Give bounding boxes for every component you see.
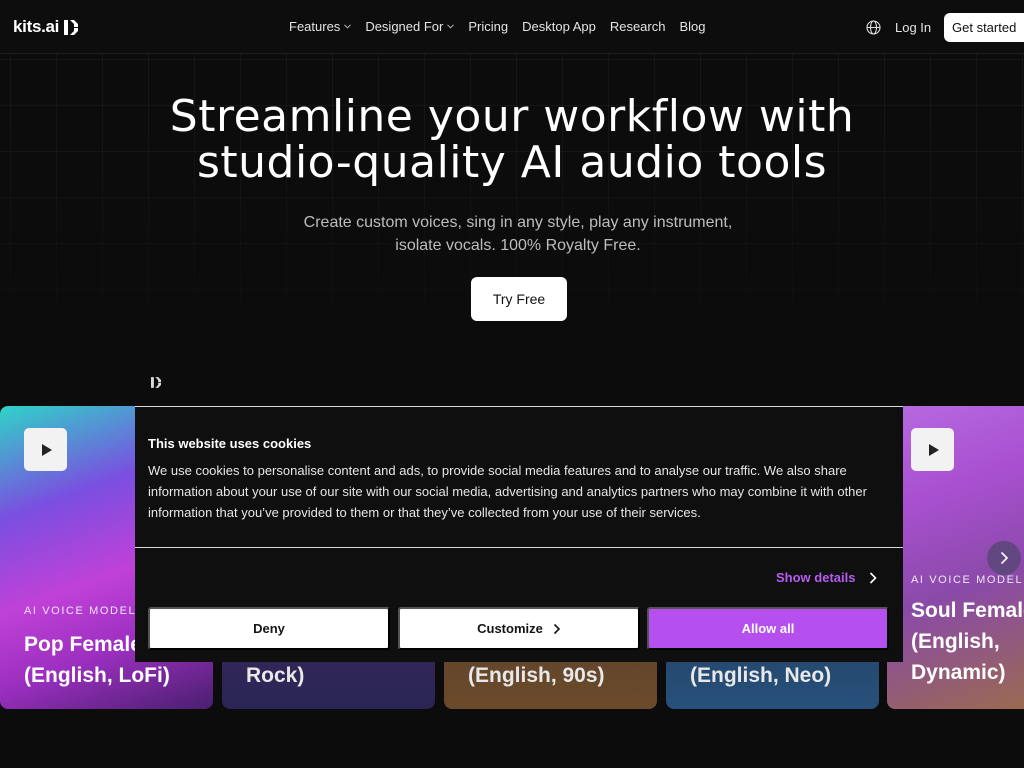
nav-features-label: Features xyxy=(289,19,341,34)
nav-blog[interactable]: Blog xyxy=(679,19,705,34)
main-nav: Features Designed For Pricing Desktop Ap… xyxy=(289,19,706,34)
deny-label: Deny xyxy=(253,621,285,636)
play-button[interactable] xyxy=(911,428,954,471)
play-button[interactable] xyxy=(24,428,67,471)
card-title-line-2: (English, LoFi) xyxy=(24,664,170,687)
top-navbar: kits.ai Features Designed For Pricing De… xyxy=(0,0,1024,54)
play-icon xyxy=(928,443,939,456)
nav-pricing[interactable]: Pricing xyxy=(468,19,508,34)
cookie-consent-dialog: This website uses cookies We use cookies… xyxy=(135,406,903,662)
hero-title-line-1: Streamline your workflow with xyxy=(169,91,855,142)
card-title-line-1: Pop Female xyxy=(24,633,142,656)
nav-research[interactable]: Research xyxy=(610,19,666,34)
nav-designed-for[interactable]: Designed For xyxy=(365,19,455,34)
card-eyebrow: AI VOICE MODEL xyxy=(24,605,137,617)
card-eyebrow: AI VOICE MODEL xyxy=(911,574,1024,586)
brand-logo[interactable]: kits.ai xyxy=(13,17,79,37)
chevron-right-icon xyxy=(553,623,560,634)
card-title: Rock) xyxy=(246,664,305,687)
card-title: (English, Neo) xyxy=(690,664,832,687)
hero-subtitle-line-1: Create custom voices, sing in any style,… xyxy=(303,214,733,231)
divider xyxy=(135,547,903,548)
hero-subtitle: Create custom voices, sing in any style,… xyxy=(262,211,774,257)
customize-button[interactable]: Customize xyxy=(398,607,640,650)
kits-logo-icon xyxy=(64,19,79,35)
nav-desktop-app[interactable]: Desktop App xyxy=(522,19,596,34)
carousel-next-button[interactable] xyxy=(987,541,1021,575)
allow-all-button[interactable]: Allow all xyxy=(647,607,889,650)
hero-title: Streamline your workflow with studio-qua… xyxy=(0,94,1024,186)
nav-designed-for-label: Designed For xyxy=(365,19,444,34)
nav-desktop-app-label: Desktop App xyxy=(522,19,596,34)
chevron-down-icon xyxy=(344,24,352,29)
card-title: (English, 90s) xyxy=(468,664,605,687)
login-link[interactable]: Log In xyxy=(895,20,931,35)
chevron-right-icon xyxy=(1000,551,1009,565)
hero-title-line-2: studio-quality AI audio tools xyxy=(196,137,828,188)
chevron-down-icon xyxy=(447,24,455,29)
show-details-link[interactable]: Show details xyxy=(776,570,878,585)
nav-blog-label: Blog xyxy=(679,19,706,34)
nav-research-label: Research xyxy=(609,19,666,34)
play-icon xyxy=(41,443,52,456)
deny-button[interactable]: Deny xyxy=(148,607,390,650)
customize-label: Customize xyxy=(477,621,543,636)
hero-subtitle-line-2: isolate vocals. 100% Royalty Free. xyxy=(395,237,641,254)
show-details-label: Show details xyxy=(776,570,856,585)
kits-logo-icon xyxy=(151,377,161,388)
nav-features[interactable]: Features xyxy=(289,19,352,34)
get-started-button[interactable]: Get started xyxy=(944,13,1024,42)
nav-pricing-label: Pricing xyxy=(468,19,509,34)
chevron-right-icon xyxy=(870,571,878,584)
card-title: Soul Female (English, Dynamic) xyxy=(911,599,1024,684)
brand-name: kits.ai xyxy=(13,17,60,36)
cookie-title: This website uses cookies xyxy=(148,436,312,451)
allow-all-label: Allow all xyxy=(741,621,795,636)
cookie-body: We use cookies to personalise content an… xyxy=(148,463,867,520)
try-free-button[interactable]: Try Free xyxy=(471,277,567,321)
globe-icon[interactable] xyxy=(866,20,881,35)
